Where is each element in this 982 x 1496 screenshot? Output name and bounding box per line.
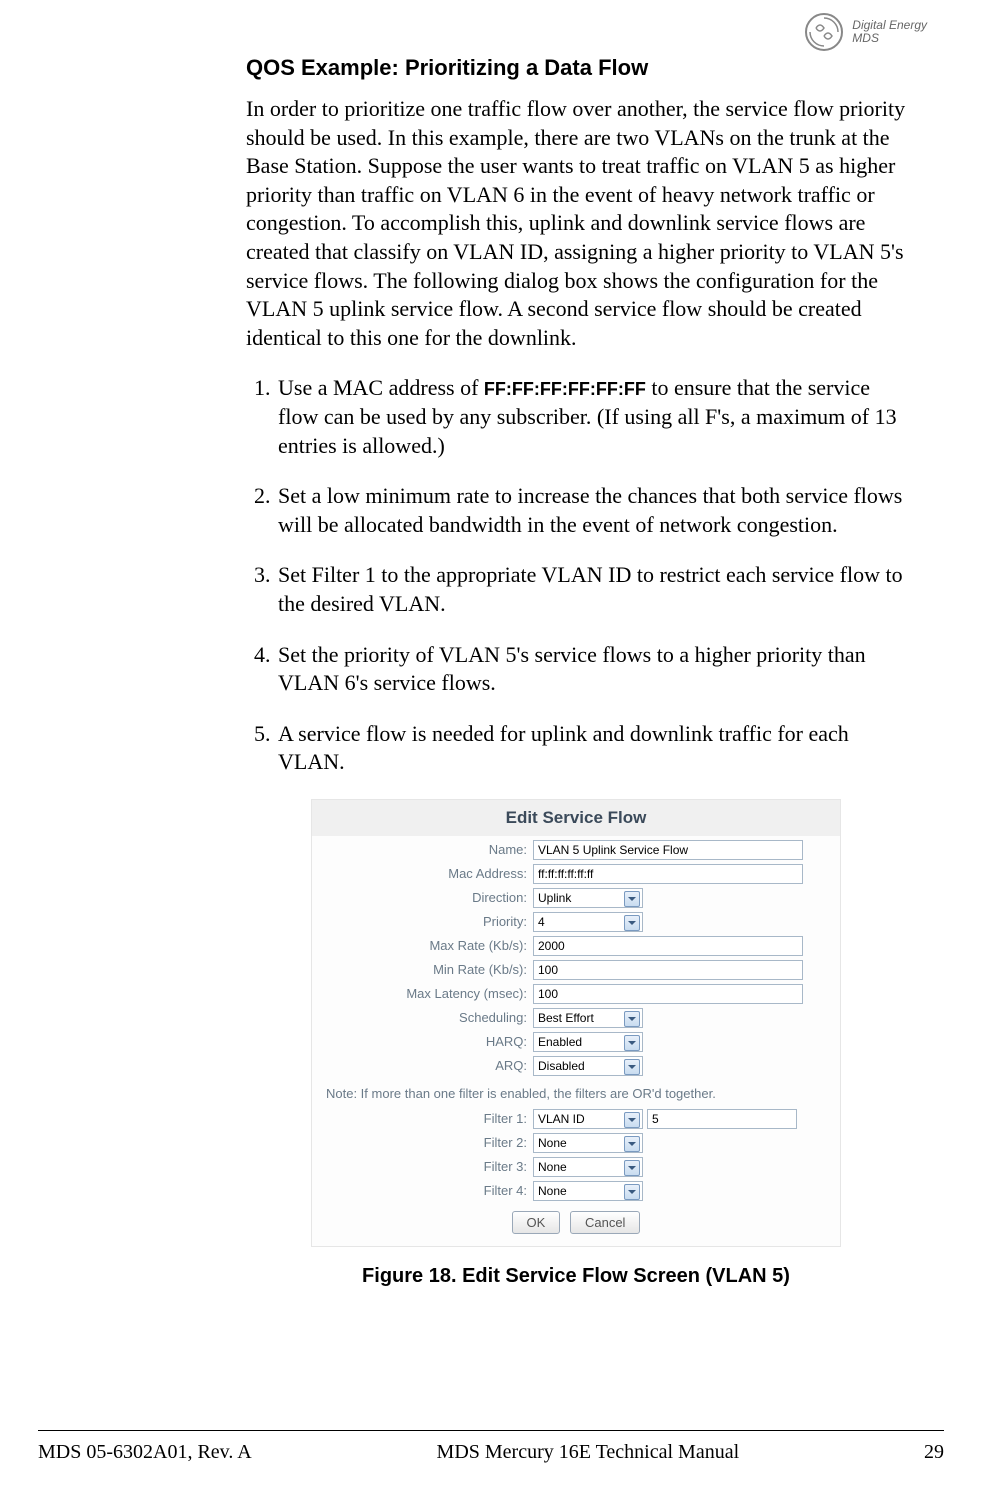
- label-mac: Mac Address:: [312, 866, 533, 881]
- arq-select[interactable]: [533, 1056, 643, 1076]
- label-scheduling: Scheduling:: [312, 1010, 533, 1025]
- step-5: A service flow is needed for uplink and …: [276, 720, 906, 777]
- label-name: Name:: [312, 842, 533, 857]
- dialog-title: Edit Service Flow: [312, 800, 840, 836]
- maxrate-input[interactable]: [533, 936, 803, 956]
- footer-left: MDS 05-6302A01, Rev. A: [38, 1441, 252, 1464]
- label-arq: ARQ:: [312, 1058, 533, 1073]
- figure-caption: Figure 18. Edit Service Flow Screen (VLA…: [311, 1265, 841, 1288]
- edit-service-flow-dialog: Edit Service Flow Name: Mac Address: Dir…: [311, 799, 841, 1247]
- filter4-select[interactable]: [533, 1181, 643, 1201]
- label-maxlatency: Max Latency (msec):: [312, 986, 533, 1001]
- step-2: Set a low minimum rate to increase the c…: [276, 482, 906, 539]
- filter1-select[interactable]: [533, 1109, 643, 1129]
- minrate-input[interactable]: [533, 960, 803, 980]
- step-1-code: FF:FF:FF:FF:FF:FF: [484, 379, 646, 399]
- label-filter4: Filter 4:: [312, 1183, 533, 1198]
- footer-center: MDS Mercury 16E Technical Manual: [437, 1441, 740, 1464]
- brand-line2: MDS: [852, 32, 927, 45]
- section-intro: In order to prioritize one traffic flow …: [246, 95, 906, 352]
- brand-header: Digital Energy MDS: [804, 12, 927, 52]
- label-filter1: Filter 1:: [312, 1111, 533, 1126]
- maxlatency-input[interactable]: [533, 984, 803, 1004]
- name-input[interactable]: [533, 840, 803, 860]
- ok-button[interactable]: OK: [512, 1211, 561, 1234]
- label-priority: Priority:: [312, 914, 533, 929]
- priority-select[interactable]: [533, 912, 643, 932]
- label-harq: HARQ:: [312, 1034, 533, 1049]
- section-title: QOS Example: Prioritizing a Data Flow: [246, 55, 906, 81]
- label-minrate: Min Rate (Kb/s):: [312, 962, 533, 977]
- label-filter2: Filter 2:: [312, 1135, 533, 1150]
- direction-select[interactable]: [533, 888, 643, 908]
- step-4: Set the priority of VLAN 5's service flo…: [276, 641, 906, 698]
- step-1: Use a MAC address of FF:FF:FF:FF:FF:FF t…: [276, 374, 906, 460]
- page-footer: MDS 05-6302A01, Rev. A MDS Mercury 16E T…: [38, 1430, 944, 1464]
- scheduling-select[interactable]: [533, 1008, 643, 1028]
- label-direction: Direction:: [312, 890, 533, 905]
- steps-list: Use a MAC address of FF:FF:FF:FF:FF:FF t…: [246, 374, 906, 777]
- harq-select[interactable]: [533, 1032, 643, 1052]
- footer-right: 29: [924, 1441, 944, 1464]
- label-maxrate: Max Rate (Kb/s):: [312, 938, 533, 953]
- step-3: Set Filter 1 to the appropriate VLAN ID …: [276, 561, 906, 618]
- ge-logo-icon: [804, 12, 844, 52]
- step-1-pre: Use a MAC address of: [278, 375, 484, 400]
- filter1-value-input[interactable]: [647, 1109, 797, 1129]
- cancel-button[interactable]: Cancel: [570, 1211, 640, 1234]
- filter-note: Note: If more than one filter is enabled…: [312, 1080, 840, 1105]
- filter3-select[interactable]: [533, 1157, 643, 1177]
- filter2-select[interactable]: [533, 1133, 643, 1153]
- label-filter3: Filter 3:: [312, 1159, 533, 1174]
- mac-input[interactable]: [533, 864, 803, 884]
